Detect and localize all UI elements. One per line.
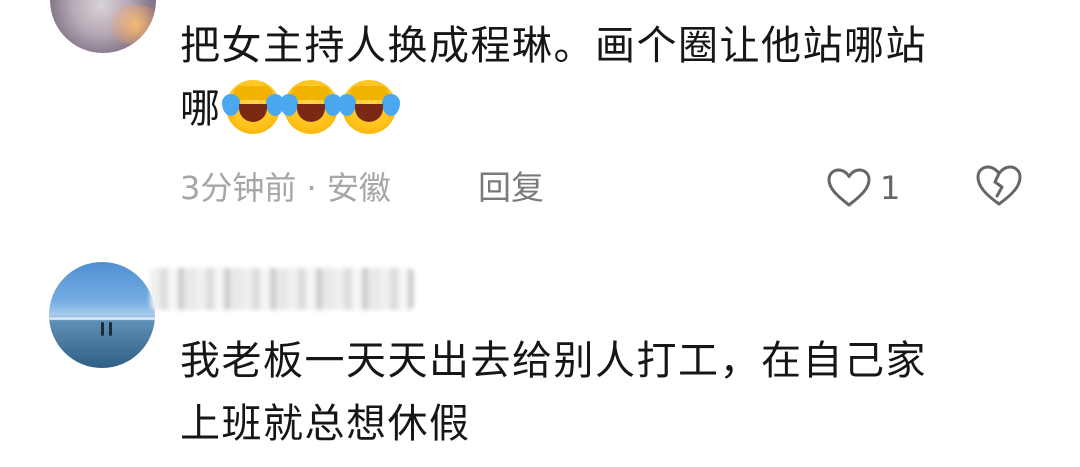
dislike-button[interactable] <box>974 163 1024 213</box>
comment-text-line: 上班就总想休假 <box>180 401 471 447</box>
comment-text-line-with-emojis: 哪 <box>180 78 927 141</box>
comment-text-line: 哪 <box>180 86 222 132</box>
blurred-username[interactable] <box>150 268 414 310</box>
heart-outline-icon <box>827 168 871 207</box>
commenter-avatar[interactable] <box>50 0 156 53</box>
avatar-figure-decoration <box>109 322 112 336</box>
avatar-figure-decoration <box>101 322 104 336</box>
avatar-horizon-decoration <box>49 317 155 320</box>
avatar-glow-decoration <box>106 5 156 45</box>
reply-button[interactable]: 回复 <box>478 165 544 211</box>
comment-text-line: 我老板一天天出去给别人打工，在自己家 <box>180 338 927 384</box>
comment-text-line: 把女主持人换成程琳。画个圈让他站哪站 <box>180 23 927 69</box>
comment-body: 我老板一天天出去给别人打工，在自己家 上班就总想休假 <box>180 330 927 456</box>
broken-heart-icon <box>976 165 1022 206</box>
comment-timestamp-location: 3分钟前 · 安徽 <box>180 169 391 207</box>
facepalm-laugh-emoji-icon <box>221 80 284 134</box>
like-button[interactable]: 1 <box>826 163 900 213</box>
comment-body: 把女主持人换成程琳。画个圈让他站哪站 哪 <box>180 15 927 141</box>
commenter-avatar[interactable] <box>49 262 155 368</box>
facepalm-laugh-emoji-icon <box>279 80 342 134</box>
facepalm-laugh-emoji-icon <box>337 80 400 134</box>
like-count: 1 <box>880 169 901 207</box>
